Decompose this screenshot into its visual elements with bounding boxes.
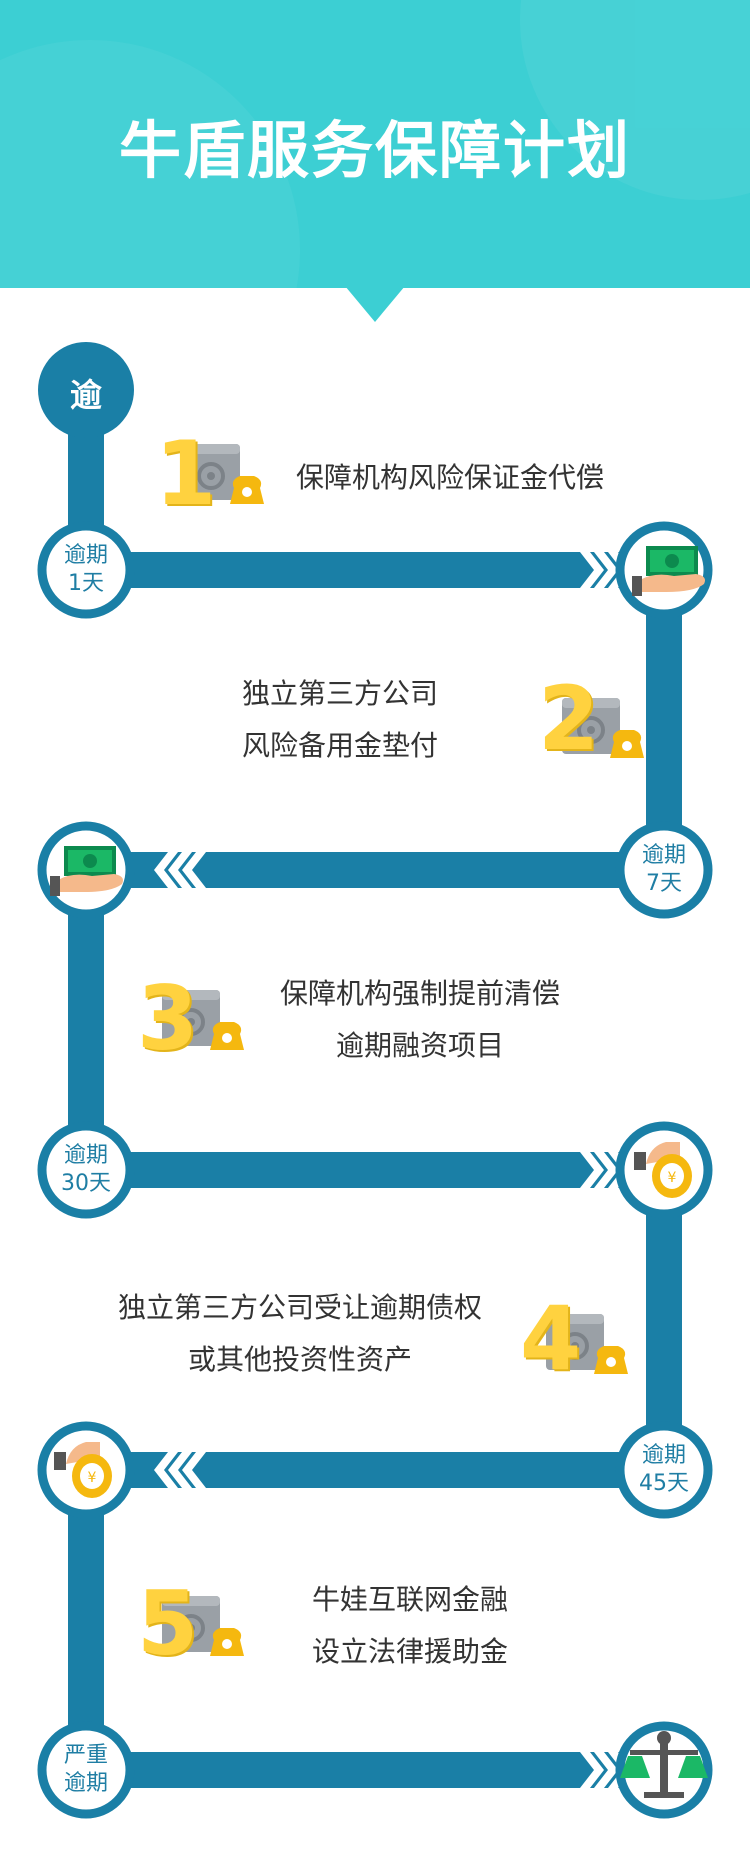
node-2-line2: 7天: [646, 871, 682, 896]
step-3-text: 保障机构强制提前清偿 逾期融资项目: [240, 968, 600, 1072]
step-5-text: 牛娃互联网金融 设立法律援助金: [260, 1574, 560, 1678]
node-4-line2: 45天: [639, 1471, 689, 1496]
node-4-line1: 逾期: [641, 1443, 686, 1468]
step-4-line1: 独立第三方公司受让逾期债权: [117, 1291, 482, 1324]
step-3-line2: 逾期融资项目: [335, 1029, 504, 1062]
step-2-line2: 风险备用金垫付: [241, 729, 438, 762]
step-3-line1: 保障机构强制提前清偿: [279, 977, 560, 1010]
node-1-line2: 1天: [68, 571, 104, 596]
node-5-line1: 严重: [63, 1743, 108, 1768]
step-number-4: 4: [520, 1287, 582, 1390]
step-4-text: 独立第三方公司受让逾期债权 或其他投资性资产: [90, 1282, 510, 1386]
step-2-line1: 独立第三方公司: [241, 677, 438, 710]
step-number-3: 3: [137, 967, 199, 1070]
step-number-1: 1: [155, 422, 217, 525]
step-5-line2: 设立法律援助金: [311, 1635, 508, 1668]
node-3-line2: 30天: [61, 1171, 111, 1196]
start-label: 逾: [69, 376, 102, 414]
node-2-line1: 逾期: [641, 843, 686, 868]
step-number-5: 5: [137, 1572, 199, 1675]
step-4-line2: 或其他投资性资产: [187, 1343, 412, 1376]
step-2-text: 独立第三方公司 风险备用金垫付: [180, 668, 500, 772]
step-number-2: 2: [538, 667, 600, 770]
node-1-line1: 逾期: [63, 543, 108, 568]
node-5-line2: 逾期: [63, 1771, 108, 1796]
step-1-line1: 保障机构风险保证金代偿: [295, 461, 604, 494]
node-3-line1: 逾期: [63, 1143, 108, 1168]
step-1-text: 保障机构风险保证金代偿: [270, 452, 630, 504]
page-title: 牛盾服务保障计划: [118, 114, 631, 187]
step-5-line1: 牛娃互联网金融: [311, 1583, 508, 1616]
